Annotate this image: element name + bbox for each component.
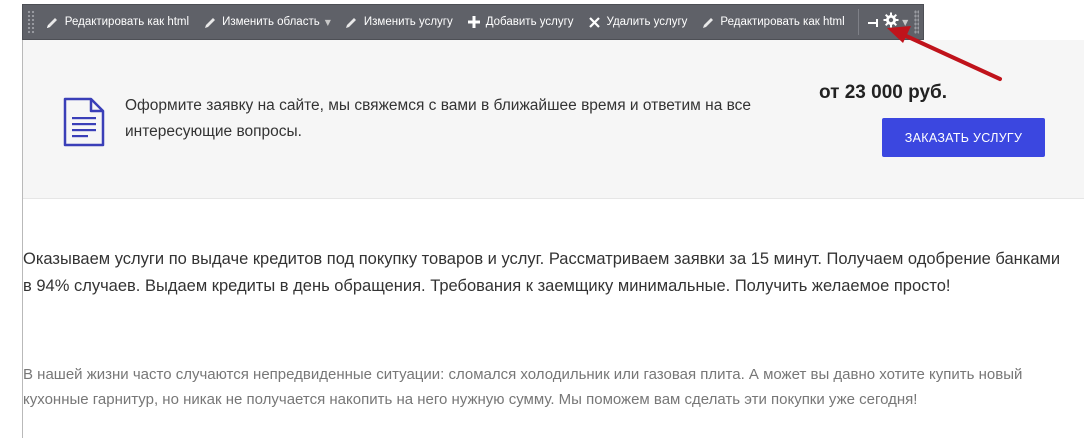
pin-button[interactable] <box>864 4 883 40</box>
content-paragraph-main: Оказываем услуги по выдаче кредитов под … <box>23 250 1061 295</box>
change-service-label: Изменить услугу <box>363 16 453 28</box>
editor-toolbar: Редактировать как html Изменить область … <box>22 4 924 40</box>
edit-as-html-label: Редактировать как html <box>64 16 190 28</box>
pin-icon <box>867 13 881 32</box>
service-price: от 23 000 руб. <box>819 82 948 103</box>
edit-as-html-button[interactable]: Редактировать как html <box>39 4 196 40</box>
change-service-button[interactable]: Изменить услугу <box>338 4 460 40</box>
toolbar-separator <box>857 9 859 35</box>
pencil-icon <box>345 15 359 29</box>
order-banner: Оформите заявку на сайте, мы свяжемся с … <box>23 40 1084 199</box>
add-service-button[interactable]: Добавить услугу <box>460 4 581 40</box>
change-area-label: Изменить область <box>222 16 320 28</box>
change-area-button[interactable]: Изменить область ▼ <box>196 4 338 40</box>
close-icon <box>588 15 602 29</box>
pencil-icon <box>46 15 60 29</box>
chevron-down-icon: ▼ <box>324 17 331 27</box>
pencil-icon <box>203 15 217 29</box>
order-service-button[interactable]: ЗАКАЗАТЬ УСЛУГУ <box>882 118 1045 157</box>
edit-as-html-button-2[interactable]: Редактировать как html <box>694 4 851 40</box>
edit-as-html-label-2: Редактировать как html <box>720 16 845 28</box>
settings-button[interactable]: ▼ <box>883 4 908 40</box>
add-service-label: Добавить услугу <box>485 16 574 28</box>
grip-icon[interactable] <box>914 10 919 34</box>
delete-service-button[interactable]: Удалить услугу <box>581 4 695 40</box>
pencil-icon <box>701 15 715 29</box>
content-paragraph-secondary: В нашей жизни часто случаются непредвиде… <box>23 366 1023 408</box>
toolbar-drag-handle[interactable] <box>27 10 35 34</box>
document-icon <box>63 97 105 151</box>
chevron-down-icon: ▼ <box>902 17 909 27</box>
gear-icon <box>883 12 899 32</box>
plus-icon <box>467 15 481 29</box>
delete-service-label: Удалить услугу <box>606 16 688 28</box>
banner-description: Оформите заявку на сайте, мы свяжемся с … <box>125 97 752 140</box>
